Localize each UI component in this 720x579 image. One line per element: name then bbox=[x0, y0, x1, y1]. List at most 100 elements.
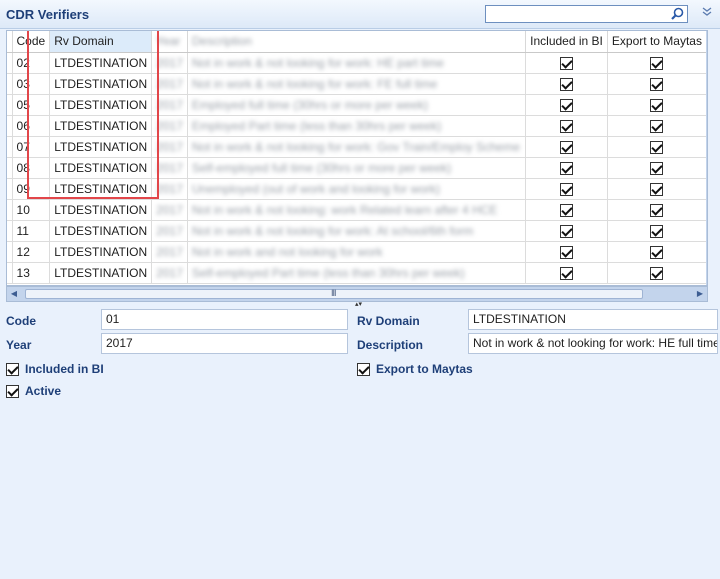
rv-domain-cell[interactable]: LTDESTINATION bbox=[49, 262, 153, 284]
table-row[interactable]: 11 LTDESTINATION 2017 Not in work & not loo… bbox=[7, 220, 707, 242]
description-cell[interactable]: Not in work & not looking for work: Gov … bbox=[187, 136, 527, 158]
code-cell[interactable]: 02 bbox=[12, 52, 51, 74]
included-in-bi-checkbox[interactable] bbox=[560, 56, 574, 70]
export-to-maytas-cell[interactable] bbox=[607, 136, 707, 158]
code-cell[interactable]: 09 bbox=[12, 178, 51, 200]
column-header-code[interactable]: Code bbox=[12, 31, 51, 53]
included-in-bi-cell[interactable] bbox=[525, 115, 608, 137]
splitter-handle-icon[interactable]: ▴▾ bbox=[355, 301, 362, 308]
description-cell[interactable]: Not in work & not looking for work: At s… bbox=[187, 220, 527, 242]
description-cell[interactable]: Not in work and not looking for work bbox=[187, 241, 527, 263]
export-to-maytas-checkbox[interactable] bbox=[650, 140, 664, 154]
included-in-bi-cell[interactable] bbox=[525, 157, 608, 179]
description-cell[interactable]: Employed Part time (less than 30hrs per … bbox=[187, 115, 527, 137]
description-cell[interactable]: Employed full time (30hrs or more per we… bbox=[187, 94, 527, 116]
year-cell[interactable]: 2017 bbox=[151, 73, 188, 95]
scroll-up-icon[interactable]: ▲ bbox=[706, 31, 707, 45]
active-checkbox-row[interactable]: Active bbox=[6, 384, 61, 398]
export-to-maytas-cell[interactable] bbox=[607, 94, 707, 116]
included-in-bi-cell[interactable] bbox=[525, 199, 608, 221]
description-field[interactable]: Not in work & not looking for work: HE f… bbox=[468, 333, 718, 354]
export-to-maytas-checkbox[interactable] bbox=[357, 362, 370, 376]
export-to-maytas-checkbox[interactable] bbox=[650, 77, 664, 91]
year-cell[interactable]: 2017 bbox=[151, 157, 188, 179]
vertical-scroll-thumb[interactable] bbox=[707, 45, 708, 273]
table-row[interactable]: 02 LTDESTINATION 2017 Not in work & not loo… bbox=[7, 52, 707, 74]
included-in-bi-checkbox[interactable] bbox=[560, 203, 574, 217]
column-header-included-in-bi[interactable]: Included in BI bbox=[525, 31, 608, 53]
description-cell[interactable]: Self-employed Part time (less than 30hrs… bbox=[187, 262, 527, 284]
description-cell[interactable]: Not in work & not looking for work: FE f… bbox=[187, 73, 527, 95]
year-cell[interactable]: 2017 bbox=[151, 262, 188, 284]
year-cell[interactable]: 2017 bbox=[151, 94, 188, 116]
rv-domain-cell[interactable]: LTDESTINATION bbox=[49, 157, 153, 179]
code-cell[interactable]: 06 bbox=[12, 115, 51, 137]
column-header-export-to-maytas[interactable]: Export to Maytas bbox=[607, 31, 707, 53]
export-to-maytas-checkbox[interactable] bbox=[650, 266, 664, 280]
active-checkbox[interactable] bbox=[6, 384, 19, 398]
included-in-bi-cell[interactable] bbox=[525, 73, 608, 95]
rv-domain-cell[interactable]: LTDESTINATION bbox=[49, 220, 153, 242]
table-row[interactable]: 10 LTDESTINATION 2017 Not in work & not loo… bbox=[7, 199, 707, 221]
table-row[interactable]: 12 LTDESTINATION 2017 Not in work and not l… bbox=[7, 241, 707, 263]
column-header-rv-domain[interactable]: Rv Domain bbox=[49, 31, 153, 53]
table-row[interactable]: 05 LTDESTINATION 2017 Employed full time (3… bbox=[7, 94, 707, 116]
included-in-bi-cell[interactable] bbox=[525, 262, 608, 284]
export-to-maytas-checkbox[interactable] bbox=[650, 203, 664, 217]
export-to-maytas-cell[interactable] bbox=[607, 241, 707, 263]
description-cell[interactable]: Not in work & not looking for work: HE p… bbox=[187, 52, 527, 74]
included-in-bi-cell[interactable] bbox=[525, 241, 608, 263]
rv-domain-cell[interactable]: LTDESTINATION bbox=[49, 136, 153, 158]
export-to-maytas-checkbox[interactable] bbox=[650, 161, 664, 175]
included-in-bi-checkbox[interactable] bbox=[560, 98, 574, 112]
export-to-maytas-cell[interactable] bbox=[607, 178, 707, 200]
year-cell[interactable]: 2017 bbox=[151, 115, 188, 137]
year-cell[interactable]: 2017 bbox=[151, 52, 188, 74]
column-header-description[interactable]: Description bbox=[187, 31, 527, 53]
year-cell[interactable]: 2017 bbox=[151, 220, 188, 242]
included-in-bi-checkbox[interactable] bbox=[560, 119, 574, 133]
included-in-bi-checkbox[interactable] bbox=[6, 362, 19, 376]
year-cell[interactable]: 2017 bbox=[151, 136, 188, 158]
scroll-down-icon[interactable]: ▼ bbox=[706, 274, 707, 285]
double-chevron-down-icon[interactable] bbox=[700, 7, 714, 21]
included-in-bi-cell[interactable] bbox=[525, 52, 608, 74]
search-box[interactable] bbox=[485, 5, 688, 23]
export-to-maytas-checkbox-row[interactable]: Export to Maytas bbox=[357, 362, 473, 376]
included-in-bi-checkbox[interactable] bbox=[560, 182, 574, 196]
rv-domain-cell[interactable]: LTDESTINATION bbox=[49, 178, 153, 200]
table-row[interactable]: 13 LTDESTINATION 2017 Self-employed Part ti… bbox=[7, 262, 707, 284]
export-to-maytas-checkbox[interactable] bbox=[650, 56, 664, 70]
vertical-scrollbar[interactable]: ▲ ▼ bbox=[706, 31, 708, 285]
included-in-bi-checkbox[interactable] bbox=[560, 77, 574, 91]
rv-domain-cell[interactable]: LTDESTINATION bbox=[49, 199, 153, 221]
export-to-maytas-cell[interactable] bbox=[607, 157, 707, 179]
included-in-bi-checkbox[interactable] bbox=[560, 245, 574, 259]
code-cell[interactable]: 03 bbox=[12, 73, 51, 95]
export-to-maytas-cell[interactable] bbox=[607, 220, 707, 242]
year-field[interactable]: 2017 bbox=[101, 333, 348, 354]
included-in-bi-cell[interactable] bbox=[525, 136, 608, 158]
included-in-bi-checkbox-row[interactable]: Included in BI bbox=[6, 362, 104, 376]
column-header-year[interactable]: Year bbox=[151, 31, 188, 53]
code-cell[interactable]: 11 bbox=[12, 220, 51, 242]
export-to-maytas-cell[interactable] bbox=[607, 199, 707, 221]
rv-domain-field[interactable]: LTDESTINATION bbox=[468, 309, 718, 330]
included-in-bi-checkbox[interactable] bbox=[560, 140, 574, 154]
search-icon[interactable] bbox=[670, 7, 685, 21]
export-to-maytas-cell[interactable] bbox=[607, 115, 707, 137]
rv-domain-cell[interactable]: LTDESTINATION bbox=[49, 115, 153, 137]
export-to-maytas-cell[interactable] bbox=[607, 262, 707, 284]
included-in-bi-checkbox[interactable] bbox=[560, 266, 574, 280]
export-to-maytas-cell[interactable] bbox=[607, 73, 707, 95]
description-cell[interactable]: Unemployed (out of work and looking for … bbox=[187, 178, 527, 200]
included-in-bi-checkbox[interactable] bbox=[560, 161, 574, 175]
export-to-maytas-checkbox[interactable] bbox=[650, 98, 664, 112]
code-cell[interactable]: 10 bbox=[12, 199, 51, 221]
included-in-bi-cell[interactable] bbox=[525, 94, 608, 116]
export-to-maytas-checkbox[interactable] bbox=[650, 182, 664, 196]
table-row[interactable]: 08 LTDESTINATION 2017 Self-employed full ti… bbox=[7, 157, 707, 179]
scroll-left-icon[interactable]: ◀ bbox=[7, 287, 21, 301]
code-cell[interactable]: 13 bbox=[12, 262, 51, 284]
code-cell[interactable]: 07 bbox=[12, 136, 51, 158]
